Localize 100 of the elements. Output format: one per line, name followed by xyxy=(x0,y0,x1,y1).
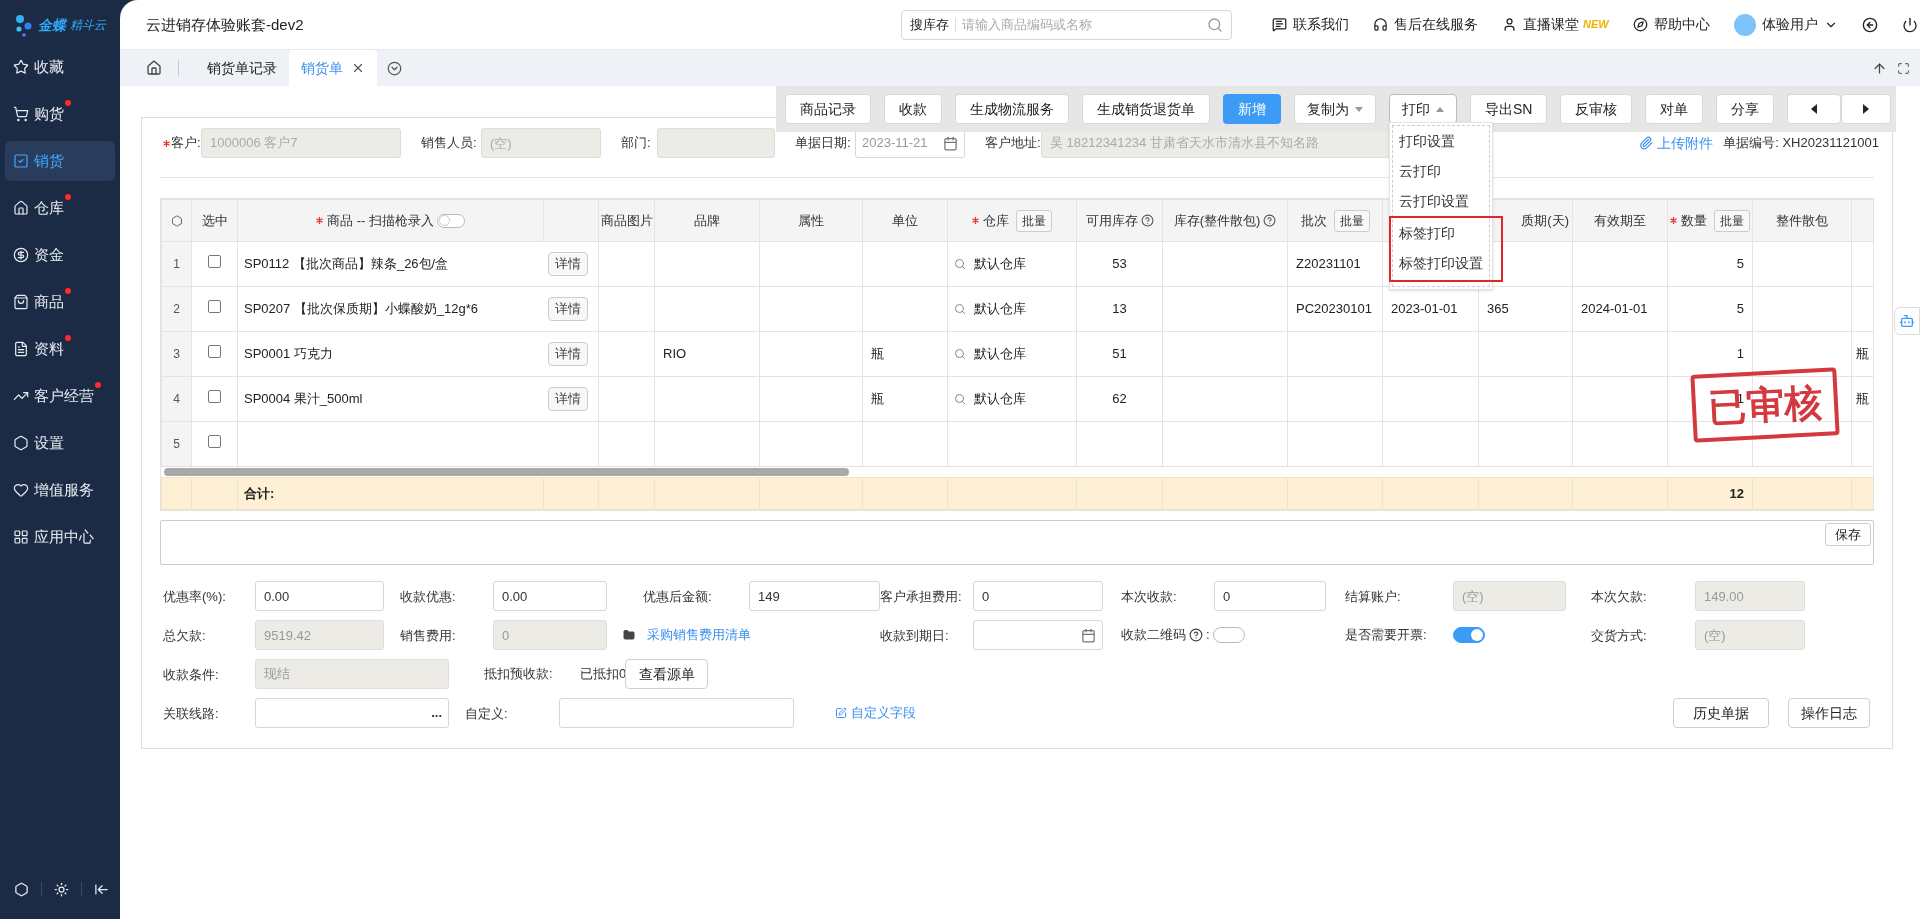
remark-field[interactable]: 保存 xyxy=(160,520,1874,565)
field-label: 客户地址: xyxy=(985,134,1041,153)
total-quantity: 12 xyxy=(1729,485,1744,501)
sidebar-item[interactable]: 仓库 xyxy=(5,188,115,228)
checkbox[interactable] xyxy=(208,435,221,449)
toolbar-button[interactable]: 对单 xyxy=(1645,94,1704,124)
sidebar-item[interactable]: 资料 xyxy=(5,329,115,369)
form-button[interactable]: 查看源单 xyxy=(625,659,708,689)
toolbar-button[interactable]: 收款 xyxy=(884,94,942,124)
text-field[interactable]: 0 xyxy=(1214,581,1326,611)
sidebar-item[interactable]: 资金 xyxy=(5,235,115,275)
toolbar-button[interactable]: 商品记录 xyxy=(785,94,871,124)
toggle-switch[interactable] xyxy=(1213,627,1245,643)
detail-button[interactable]: 详情 xyxy=(548,342,588,366)
text-field[interactable] xyxy=(559,698,794,728)
detail-button[interactable]: 详情 xyxy=(548,252,588,276)
required-icon xyxy=(972,217,979,224)
sidebar-item[interactable]: 购货 xyxy=(5,94,115,134)
user-menu[interactable]: 体验用户 xyxy=(1733,13,1838,36)
fullscreen-icon[interactable] xyxy=(1897,61,1910,75)
search-icon[interactable] xyxy=(1207,16,1223,33)
product-name: SP0207 【批次保质期】小蝶酸奶_12g*6 xyxy=(244,300,479,319)
folder-icon[interactable] xyxy=(623,629,635,641)
assistant-button[interactable] xyxy=(1894,307,1920,335)
batch-button[interactable]: 批量 xyxy=(1333,209,1370,232)
top-nav-link[interactable]: 帮助中心 xyxy=(1632,14,1710,35)
top-nav-link[interactable]: 联系我们 xyxy=(1272,14,1349,35)
tab[interactable]: 销货单记录 xyxy=(195,50,289,86)
menu-button[interactable]: 复制为 xyxy=(1294,94,1376,124)
checkbox[interactable] xyxy=(208,345,221,359)
toolbar-button[interactable]: 分享 xyxy=(1716,94,1775,124)
checkbox[interactable] xyxy=(208,390,221,404)
detail-button[interactable]: 详情 xyxy=(548,387,588,411)
help-icon[interactable] xyxy=(1189,628,1203,642)
power-icon[interactable] xyxy=(1901,16,1918,33)
text-field[interactable]: 0.00 xyxy=(493,581,607,611)
new-label: NEW xyxy=(1583,17,1609,33)
calendar-icon[interactable] xyxy=(1081,627,1096,643)
search-icon[interactable] xyxy=(954,258,966,270)
table-cell: 51 xyxy=(1112,346,1127,362)
menu-item[interactable]: 标签打印 xyxy=(1393,218,1499,248)
lookup-field[interactable]: ... xyxy=(255,698,449,728)
chevron-circle-icon[interactable] xyxy=(387,60,402,76)
column-header: 可用库存 xyxy=(1085,211,1138,230)
home-icon[interactable] xyxy=(146,60,162,76)
menu-item[interactable]: 标签打印设置 xyxy=(1393,248,1499,278)
document-icon xyxy=(13,341,29,357)
settings-icon[interactable] xyxy=(170,214,183,227)
more-button[interactable]: ... xyxy=(431,703,442,723)
text-field[interactable]: 0.00 xyxy=(255,581,384,611)
next-button[interactable] xyxy=(1841,94,1892,124)
help-icon[interactable] xyxy=(1140,214,1154,227)
top-nav-link[interactable]: 售后在线服务 xyxy=(1373,14,1478,35)
toolbar-button[interactable]: 生成物流服务 xyxy=(955,94,1069,124)
close-icon[interactable] xyxy=(351,61,365,75)
user-icon xyxy=(1502,17,1517,32)
sidebar-item[interactable]: 应用中心 xyxy=(5,517,115,557)
edit-icon xyxy=(835,707,847,719)
date-field[interactable] xyxy=(973,620,1103,650)
sidebar-item[interactable]: 销货 xyxy=(5,141,115,181)
toggle-switch[interactable] xyxy=(1453,627,1485,643)
menu-button[interactable]: 打印 xyxy=(1389,94,1457,124)
form-button[interactable]: 操作日志 xyxy=(1788,698,1870,728)
text-field[interactable]: 0 xyxy=(973,581,1103,611)
detail-button[interactable]: 详情 xyxy=(548,297,588,321)
toolbar-button[interactable]: 生成销货退货单 xyxy=(1082,94,1210,124)
help-icon[interactable] xyxy=(1263,214,1277,227)
batch-button[interactable]: 批量 xyxy=(1016,209,1052,232)
column-header: 单位 xyxy=(892,211,918,230)
form-button[interactable]: 历史单据 xyxy=(1673,698,1769,728)
window-title: 云进销存体验账套-dev2 xyxy=(146,15,304,33)
menu-item[interactable]: 云打印设置 xyxy=(1393,186,1489,216)
search-bar[interactable]: 搜库存 请输入商品编码或名称 xyxy=(901,9,1232,40)
table-cell: 瓶 xyxy=(871,346,884,362)
calendar-icon[interactable] xyxy=(943,135,958,151)
menu-item[interactable]: 云打印 xyxy=(1393,156,1489,186)
search-icon[interactable] xyxy=(954,348,966,360)
toggle-switch[interactable] xyxy=(436,213,465,228)
back-icon[interactable] xyxy=(1861,16,1878,33)
batch-button[interactable]: 批量 xyxy=(1714,209,1750,232)
sun-icon[interactable] xyxy=(54,881,69,897)
toolbar-button[interactable]: 导出SN xyxy=(1470,94,1548,124)
search-icon[interactable] xyxy=(954,303,966,315)
sidebar-item[interactable]: 客户经营 xyxy=(5,376,115,416)
search-icon[interactable] xyxy=(954,393,966,405)
top-nav-link[interactable]: 直播课堂 NEW xyxy=(1502,14,1609,35)
search-scope-button[interactable]: 搜库存 xyxy=(910,17,956,32)
sidebar-item[interactable]: 设置 xyxy=(5,423,115,463)
checkbox[interactable] xyxy=(208,255,221,269)
sidebar-item[interactable]: 商品 xyxy=(5,282,115,322)
text-field[interactable]: 149 xyxy=(749,581,880,611)
sidebar-item[interactable]: 收藏 xyxy=(5,47,115,87)
sidebar-item[interactable]: 增值服务 xyxy=(5,470,115,510)
toolbar-button[interactable]: 反审核 xyxy=(1560,94,1633,124)
menu-item[interactable]: 打印设置 xyxy=(1393,126,1489,156)
scrollbar-thumb[interactable] xyxy=(163,468,849,476)
checkbox[interactable] xyxy=(208,300,221,314)
save-button[interactable]: 保存 xyxy=(1825,523,1871,546)
field-label: 本次欠款: xyxy=(1591,589,1647,604)
field-label: 结算账户: xyxy=(1345,589,1401,604)
